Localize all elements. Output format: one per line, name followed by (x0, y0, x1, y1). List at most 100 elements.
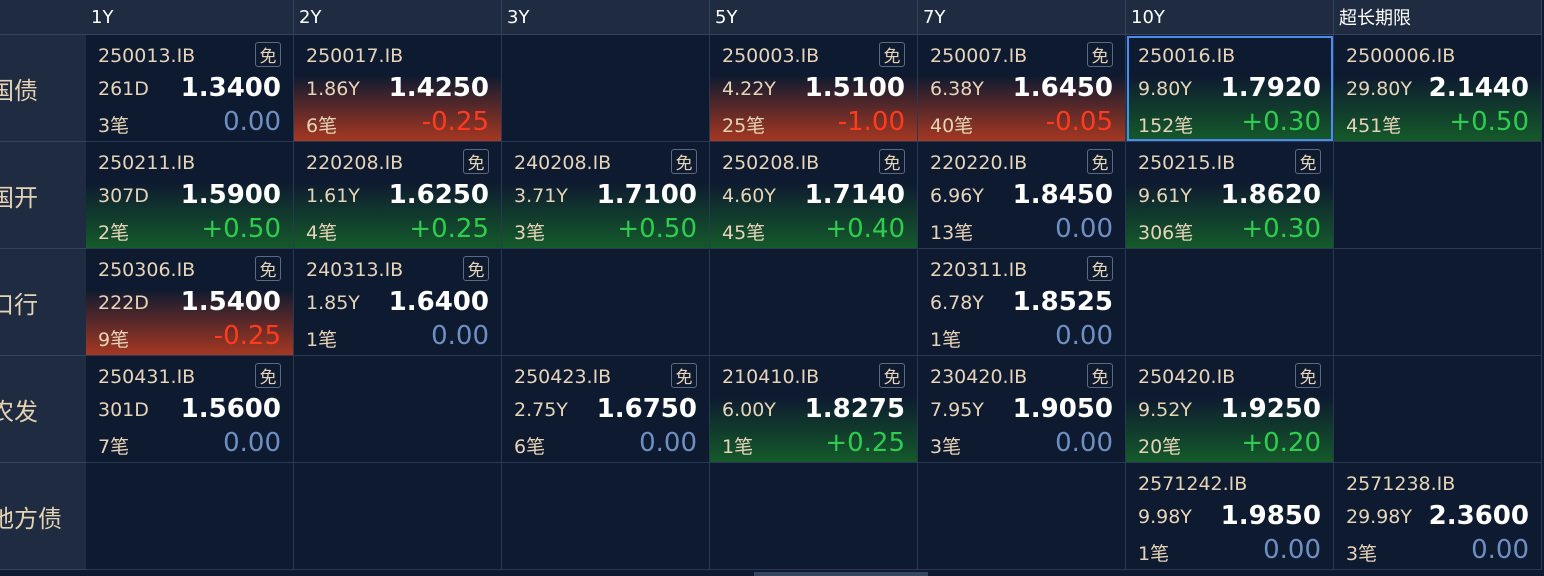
bond-quote-cell[interactable]: 2571238.IB 29.98Y 2.3600 3笔 0.00 (1334, 463, 1542, 570)
column-header-10y[interactable]: 10Y (1126, 0, 1334, 35)
bond-quote-cell[interactable]: 2500006.IB 29.80Y 2.1440 451笔 +0.50 (1334, 35, 1542, 142)
row-header: 农发 (0, 356, 86, 463)
bond-code: 220220.IB (930, 152, 1028, 174)
tax-exempt-badge: 免 (671, 149, 697, 174)
bond-code: 220208.IB (306, 152, 404, 174)
empty-quote-cell (710, 463, 918, 570)
bond-code: 250003.IB (722, 45, 820, 67)
remaining-tenor: 4.60Y (722, 185, 776, 207)
remaining-tenor: 29.80Y (1346, 78, 1412, 100)
bond-quote-cell[interactable]: 220208.IB 1.61Y 1.6250 4笔 +0.25 免 (294, 142, 502, 249)
bond-quote-cell[interactable]: 220220.IB 6.96Y 1.8450 13笔 0.00 免 (918, 142, 1126, 249)
remaining-tenor: 3.71Y (514, 185, 568, 207)
bond-code: 250211.IB (98, 152, 196, 174)
deal-count: 1笔 (1138, 543, 1170, 565)
remaining-tenor: 9.52Y (1138, 399, 1192, 421)
bond-code: 220311.IB (930, 259, 1028, 281)
bond-quote-cell[interactable]: 240313.IB 1.85Y 1.6400 1笔 0.00 免 (294, 249, 502, 356)
remaining-tenor: 6.96Y (930, 185, 984, 207)
bond-quote-cell[interactable]: 230420.IB 7.95Y 1.9050 3笔 0.00 免 (918, 356, 1126, 463)
bond-code: 250431.IB (98, 366, 196, 388)
yield-change: 0.00 (1055, 321, 1113, 351)
column-header-2y[interactable]: 2Y (294, 0, 502, 35)
tax-exempt-badge: 免 (255, 42, 281, 67)
bond-quote-grid: 1Y 2Y 3Y 5Y 7Y 10Y 超长期限 国债 250013.IB 261D 1… (0, 0, 1542, 570)
tax-exempt-badge: 免 (1087, 42, 1113, 67)
bond-quote-cell[interactable]: 250215.IB 9.61Y 1.8620 306笔 +0.30 免 (1126, 142, 1334, 249)
empty-quote-cell (502, 463, 710, 570)
bond-quote-cell[interactable]: 250423.IB 2.75Y 1.6750 6笔 0.00 免 (502, 356, 710, 463)
yield-value: 1.5400 (180, 287, 281, 317)
empty-quote-cell (1334, 249, 1542, 356)
tax-exempt-badge: 免 (255, 256, 281, 281)
yield-value: 1.7100 (596, 180, 697, 210)
bond-quote-cell[interactable]: 250003.IB 4.22Y 1.5100 25笔 -1.00 免 (710, 35, 918, 142)
yield-value: 2.1440 (1428, 73, 1529, 103)
remaining-tenor: 4.22Y (722, 78, 776, 100)
yield-value: 1.7920 (1220, 73, 1321, 103)
column-header-ultra-long[interactable]: 超长期限 (1334, 0, 1542, 35)
remaining-tenor: 6.38Y (930, 78, 984, 100)
empty-quote-cell (1334, 142, 1542, 249)
yield-value: 1.5600 (180, 394, 281, 424)
empty-quote-cell (918, 463, 1126, 570)
yield-value: 1.7140 (804, 180, 905, 210)
bond-quote-cell[interactable]: 250017.IB 1.86Y 1.4250 6笔 -0.25 (294, 35, 502, 142)
remaining-tenor: 301D (98, 399, 149, 421)
empty-quote-cell (1126, 249, 1334, 356)
bond-quote-cell[interactable]: 220311.IB 6.78Y 1.8525 1笔 0.00 免 (918, 249, 1126, 356)
row-header: 地方债 (0, 463, 86, 570)
deal-count: 3笔 (98, 115, 130, 137)
yield-value: 1.8275 (804, 394, 905, 424)
tax-exempt-badge: 免 (463, 256, 489, 281)
bond-quote-cell[interactable]: 250013.IB 261D 1.3400 3笔 0.00 免 (86, 35, 294, 142)
column-header-3y[interactable]: 3Y (502, 0, 710, 35)
column-header-1y[interactable]: 1Y (86, 0, 294, 35)
yield-change: +0.30 (1241, 107, 1321, 137)
bond-quote-cell[interactable]: 250007.IB 6.38Y 1.6450 40笔 -0.05 免 (918, 35, 1126, 142)
column-header-7y[interactable]: 7Y (918, 0, 1126, 35)
deal-count: 1笔 (306, 329, 338, 351)
yield-change: +0.50 (201, 214, 281, 244)
bond-quote-cell[interactable]: 250431.IB 301D 1.5600 7笔 0.00 免 (86, 356, 294, 463)
bond-quote-cell[interactable]: 250208.IB 4.60Y 1.7140 45笔 +0.40 免 (710, 142, 918, 249)
remaining-tenor: 29.98Y (1346, 506, 1412, 528)
deal-count: 9笔 (98, 329, 130, 351)
bond-quote-cell[interactable]: 240208.IB 3.71Y 1.7100 3笔 +0.50 免 (502, 142, 710, 249)
horizontal-scrollbar-thumb[interactable] (754, 572, 928, 576)
yield-change: +0.25 (825, 428, 905, 458)
yield-value: 1.5900 (180, 180, 281, 210)
yield-change: 0.00 (1471, 535, 1529, 565)
empty-quote-cell (1334, 356, 1542, 463)
tax-exempt-badge: 免 (879, 149, 905, 174)
tax-exempt-badge: 免 (1087, 363, 1113, 388)
deal-count: 1笔 (722, 436, 754, 458)
yield-value: 1.8620 (1220, 180, 1321, 210)
remaining-tenor: 261D (98, 78, 149, 100)
bond-code: 240313.IB (306, 259, 404, 281)
bond-quote-cell[interactable]: 250420.IB 9.52Y 1.9250 20笔 +0.20 免 (1126, 356, 1334, 463)
yield-change: -1.00 (837, 107, 905, 137)
bond-quote-cell[interactable]: 250016.IB 9.80Y 1.7920 152笔 +0.30 (1126, 35, 1334, 142)
yield-change: 0.00 (223, 107, 281, 137)
bond-code: 250016.IB (1138, 45, 1236, 67)
bond-quote-cell[interactable]: 2571242.IB 9.98Y 1.9850 1笔 0.00 (1126, 463, 1334, 570)
remaining-tenor: 307D (98, 185, 149, 207)
remaining-tenor: 9.80Y (1138, 78, 1192, 100)
deal-count: 6笔 (306, 115, 338, 137)
deal-count: 3笔 (930, 436, 962, 458)
yield-value: 2.3600 (1428, 501, 1529, 531)
bond-code: 250208.IB (722, 152, 820, 174)
column-header-5y[interactable]: 5Y (710, 0, 918, 35)
empty-quote-cell (502, 35, 710, 142)
bond-quote-cell[interactable]: 210410.IB 6.00Y 1.8275 1笔 +0.25 免 (710, 356, 918, 463)
deal-count: 3笔 (514, 222, 546, 244)
bond-quote-cell[interactable]: 250211.IB 307D 1.5900 2笔 +0.50 (86, 142, 294, 249)
empty-quote-cell (294, 356, 502, 463)
yield-value: 1.8450 (1012, 180, 1113, 210)
yield-change: 0.00 (1263, 535, 1321, 565)
remaining-tenor: 1.85Y (306, 292, 360, 314)
yield-change: +0.25 (409, 214, 489, 244)
bond-quote-cell[interactable]: 250306.IB 222D 1.5400 9笔 -0.25 免 (86, 249, 294, 356)
tax-exempt-badge: 免 (879, 42, 905, 67)
